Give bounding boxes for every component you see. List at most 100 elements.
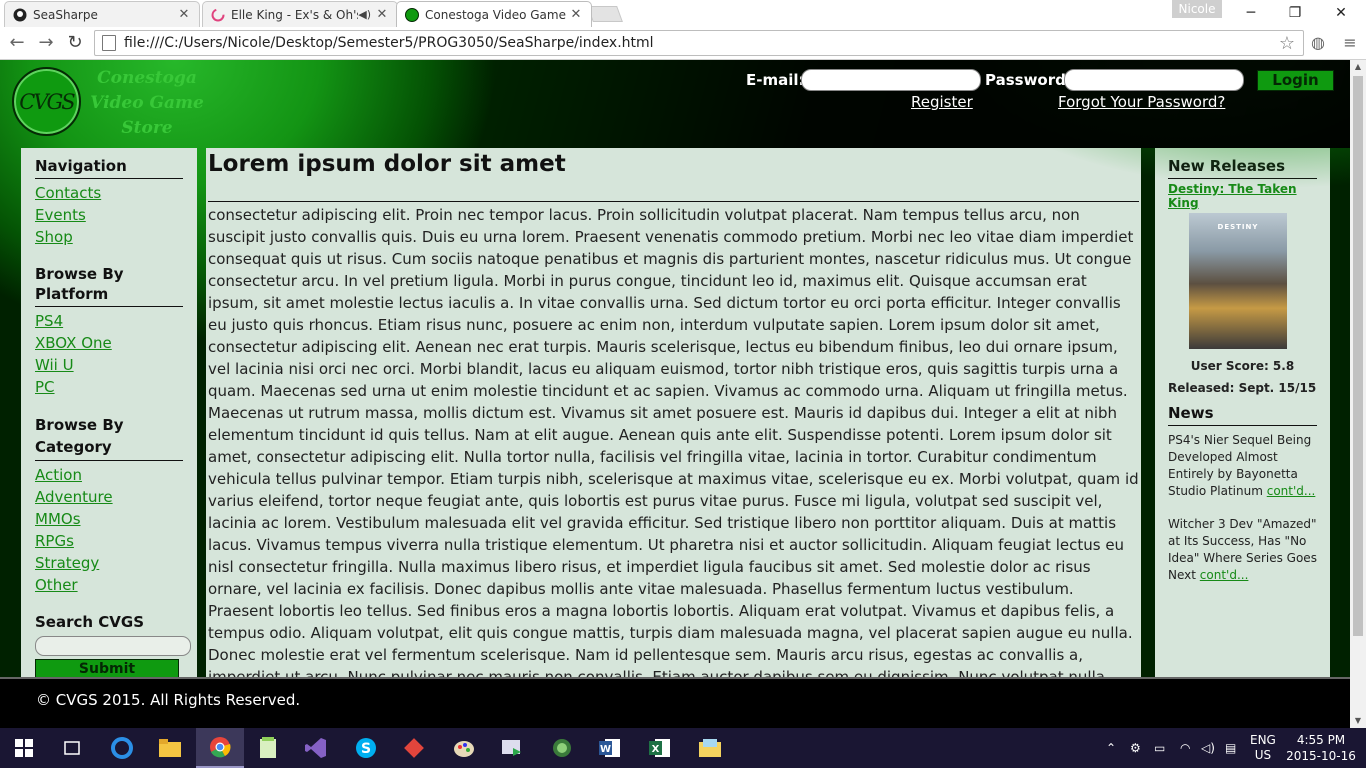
cvgs-logo[interactable]: CVGS (12, 67, 81, 136)
release-title-link[interactable]: Destiny: The Taken King (1168, 182, 1317, 210)
article-body: consectetur adipiscing elit. Proin nec t… (208, 206, 1139, 708)
tab-title: SeaSharpe (33, 7, 98, 22)
language-code: ENG (1250, 733, 1276, 747)
right-sidebar: New Releases Destiny: The Taken King DES… (1155, 148, 1330, 728)
word-icon[interactable]: W (586, 728, 634, 768)
reload-icon[interactable]: ↻ (63, 31, 87, 55)
site-title-line: Store (121, 118, 173, 138)
speaker-icon: ◀) (358, 8, 371, 21)
clock-time: 4:55 PM (1296, 733, 1346, 747)
region-code: US (1254, 748, 1272, 762)
platform-link-wii-u[interactable]: Wii U (35, 354, 183, 376)
folder-icon[interactable] (686, 728, 734, 768)
page-scrollbar[interactable]: ▲ ▼ (1350, 60, 1366, 728)
svg-text:X: X (652, 744, 660, 755)
minimize-icon[interactable]: ─ (1228, 0, 1274, 27)
task-view-icon[interactable] (48, 728, 96, 768)
nav-link-contacts[interactable]: Contacts (35, 182, 183, 204)
volume-icon[interactable]: ◁) (1201, 728, 1215, 768)
wifi-icon[interactable]: ◠ (1180, 728, 1190, 768)
svg-text:S: S (361, 741, 371, 757)
edge-icon[interactable] (98, 728, 146, 768)
extension-icon[interactable]: ◍ (1306, 31, 1330, 55)
notepad-plus-plus-icon[interactable] (244, 728, 292, 768)
submit-button[interactable]: Submit (35, 659, 179, 679)
close-icon[interactable]: ✕ (569, 7, 583, 22)
search-group: Search CVGS Submit (35, 612, 191, 679)
android-icon[interactable] (538, 728, 586, 768)
scroll-down-icon[interactable]: ▼ (1350, 714, 1366, 728)
language-indicator[interactable]: ENG US (1250, 728, 1276, 768)
category-link-adventure[interactable]: Adventure (35, 486, 183, 508)
platform-link-pc[interactable]: PC (35, 376, 183, 398)
paint-icon[interactable] (440, 728, 488, 768)
tab-title: Conestoga Video Game St (425, 7, 569, 22)
github-icon (13, 8, 27, 22)
game-cover-image[interactable]: DESTINY (1189, 213, 1287, 349)
profile-button[interactable]: Nicole (1172, 0, 1222, 18)
start-icon[interactable] (0, 728, 48, 768)
back-icon[interactable]: ← (5, 31, 29, 55)
nav-link-events[interactable]: Events (35, 204, 183, 226)
close-icon[interactable]: ✕ (375, 7, 389, 22)
skype-icon[interactable]: S (342, 728, 390, 768)
category-link-action[interactable]: Action (35, 464, 183, 486)
news-contd-link[interactable]: cont'd... (1267, 484, 1316, 498)
nav-link-shop[interactable]: Shop (35, 226, 183, 248)
forgot-password-link[interactable]: Forgot Your Password? (1058, 93, 1225, 111)
navigation-group: Navigation Contacts Events Shop (35, 156, 183, 248)
main-content: Lorem ipsum dolor sit amet consectetur a… (206, 148, 1141, 728)
tab-title: Elle King - Ex's & Oh's (231, 7, 359, 22)
new-tab-button[interactable] (587, 6, 623, 22)
close-window-icon[interactable]: ✕ (1318, 0, 1364, 27)
file-explorer-icon[interactable] (146, 728, 194, 768)
news-item: Witcher 3 Dev "Amazed" at Its Success, H… (1168, 516, 1317, 584)
browser-toolbar: ← → ↻ file:///C:/Users/Nicole/Desktop/Se… (0, 27, 1366, 60)
category-link-other[interactable]: Other (35, 574, 183, 596)
battery-icon[interactable]: ▭ (1154, 728, 1165, 768)
url-text[interactable]: file:///C:/Users/Nicole/Desktop/Semester… (124, 35, 1279, 51)
scrollbar-thumb[interactable] (1353, 76, 1363, 636)
chrome-icon[interactable] (196, 728, 244, 768)
clock[interactable]: 4:55 PM 2015-10-16 (1286, 732, 1356, 764)
news-contd-link[interactable]: cont'd... (1200, 568, 1249, 582)
restore-icon[interactable]: ❐ (1272, 0, 1318, 27)
platform-link-ps4[interactable]: PS4 (35, 310, 183, 332)
email-field[interactable] (801, 69, 981, 91)
git-icon[interactable] (390, 728, 438, 768)
platform-link-xbox-one[interactable]: XBOX One (35, 332, 183, 354)
visual-studio-icon[interactable] (292, 728, 340, 768)
email-label: E-mail: (746, 71, 805, 89)
tab-elle-king[interactable]: Elle King - Ex's & Oh's ◀) ✕ (202, 1, 398, 27)
tab-seasharpe[interactable]: SeaSharpe ✕ (4, 1, 200, 27)
forward-icon[interactable]: → (34, 31, 58, 55)
youtube-loading-icon (211, 8, 225, 22)
login-button[interactable]: Login (1257, 70, 1334, 91)
navigation-heading: Navigation (35, 156, 183, 179)
search-input[interactable] (35, 636, 191, 656)
clock-date: 2015-10-16 (1286, 749, 1356, 763)
tab-conestoga[interactable]: Conestoga Video Game St ✕ (396, 1, 592, 27)
network-share-icon[interactable]: ⚙ (1130, 728, 1141, 768)
action-center-icon[interactable]: ▤ (1225, 728, 1236, 768)
category-link-rpgs[interactable]: RPGs (35, 530, 183, 552)
user-score: User Score: 5.8 (1190, 359, 1295, 373)
web-page: CVGS Conestoga Video Game Store E-mail: … (0, 60, 1350, 728)
site-title-line: Conestoga (97, 68, 197, 88)
platform-heading: Browse By Platform (35, 264, 183, 307)
close-icon[interactable]: ✕ (177, 7, 191, 22)
scroll-up-icon[interactable]: ▲ (1350, 60, 1366, 74)
category-link-mmos[interactable]: MMOs (35, 508, 183, 530)
category-link-strategy[interactable]: Strategy (35, 552, 183, 574)
show-hidden-icons[interactable]: ⌃ (1106, 728, 1116, 768)
excel-icon[interactable]: X (636, 728, 684, 768)
register-link[interactable]: Register (911, 93, 973, 111)
site-title-line: Video Game (90, 93, 204, 113)
password-field[interactable] (1064, 69, 1244, 91)
bookmark-star-icon[interactable]: ☆ (1279, 33, 1295, 54)
menu-icon[interactable]: ≡ (1338, 31, 1362, 55)
media-icon[interactable] (488, 728, 536, 768)
cvgs-icon (405, 7, 419, 22)
address-bar[interactable]: file:///C:/Users/Nicole/Desktop/Semester… (94, 30, 1304, 56)
svg-text:W: W (600, 744, 611, 755)
